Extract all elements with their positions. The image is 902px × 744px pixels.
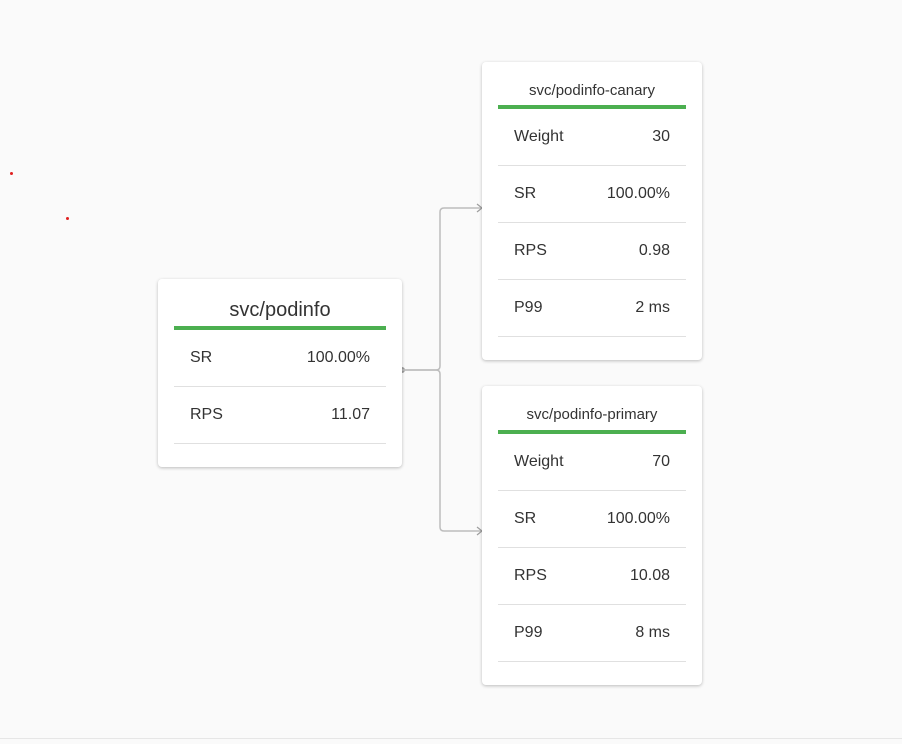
- node-svc-podinfo[interactable]: svc/podinfo SR 100.00% RPS 11.07: [158, 279, 402, 467]
- marker-dot: [10, 172, 13, 175]
- metric-row: SR 100.00%: [174, 330, 386, 387]
- edge-root-to-primary: [402, 369, 482, 532]
- node-title: svc/podinfo-primary: [526, 406, 658, 423]
- marker-dot: [66, 217, 69, 220]
- metric-row: Weight 30: [498, 109, 686, 166]
- edge-root-to-canary: [402, 207, 482, 371]
- metric-row: P99 8 ms: [498, 605, 686, 662]
- metric-row: Weight 70: [498, 434, 686, 491]
- metric-row: RPS 10.08: [498, 548, 686, 605]
- metric-row: SR 100.00%: [498, 166, 686, 223]
- edges: [399, 203, 483, 536]
- metric-row: P99 2 ms: [498, 280, 686, 337]
- divider: [0, 738, 902, 739]
- metric-row: SR 100.00%: [498, 491, 686, 548]
- metric-row: RPS 0.98: [498, 223, 686, 280]
- node-title: svc/podinfo: [229, 299, 331, 321]
- node-title: svc/podinfo-canary: [529, 82, 655, 99]
- metric-row: RPS 11.07: [174, 387, 386, 444]
- node-svc-podinfo-primary[interactable]: svc/podinfo-primary Weight 70 SR 100.00% R…: [482, 386, 702, 685]
- node-svc-podinfo-canary[interactable]: svc/podinfo-canary Weight 30 SR 100.00% RP…: [482, 62, 702, 360]
